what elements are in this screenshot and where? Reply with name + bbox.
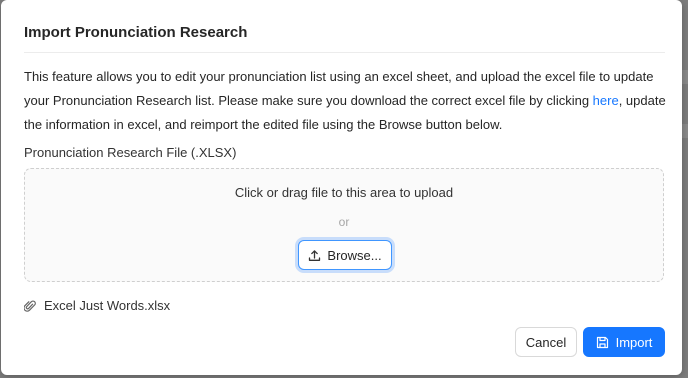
paperclip-icon <box>24 299 36 313</box>
dropzone-instruction: Click or drag file to this area to uploa… <box>234 185 454 200</box>
backdrop-strip <box>682 70 688 84</box>
cancel-button[interactable]: Cancel <box>515 327 577 357</box>
upload-dropzone[interactable]: Click or drag file to this area to uploa… <box>24 168 664 282</box>
browse-label: Browse... <box>327 247 382 263</box>
file-field-label: Pronunciation Research File (.XLSX) <box>24 145 237 160</box>
title-divider <box>24 52 665 53</box>
modal-title: Import Pronunciation Research <box>24 24 248 41</box>
download-template-link[interactable]: here <box>593 93 619 108</box>
modal-description: This feature allows you to edit your pro… <box>24 65 674 137</box>
attached-file-name: Excel Just Words.xlsx <box>44 298 171 313</box>
import-modal: Import Pronunciation Research This featu… <box>1 0 682 375</box>
browse-button[interactable]: Browse... <box>298 240 392 270</box>
dropzone-or: or <box>338 215 350 229</box>
backdrop-strip <box>682 124 688 138</box>
upload-icon <box>308 249 321 262</box>
attached-file[interactable]: Excel Just Words.xlsx <box>24 298 170 313</box>
import-label: Import <box>615 334 653 350</box>
cancel-label: Cancel <box>525 334 567 350</box>
description-text: This feature allows you to edit your pro… <box>24 69 654 108</box>
save-icon <box>596 336 609 349</box>
import-button[interactable]: Import <box>583 327 665 357</box>
